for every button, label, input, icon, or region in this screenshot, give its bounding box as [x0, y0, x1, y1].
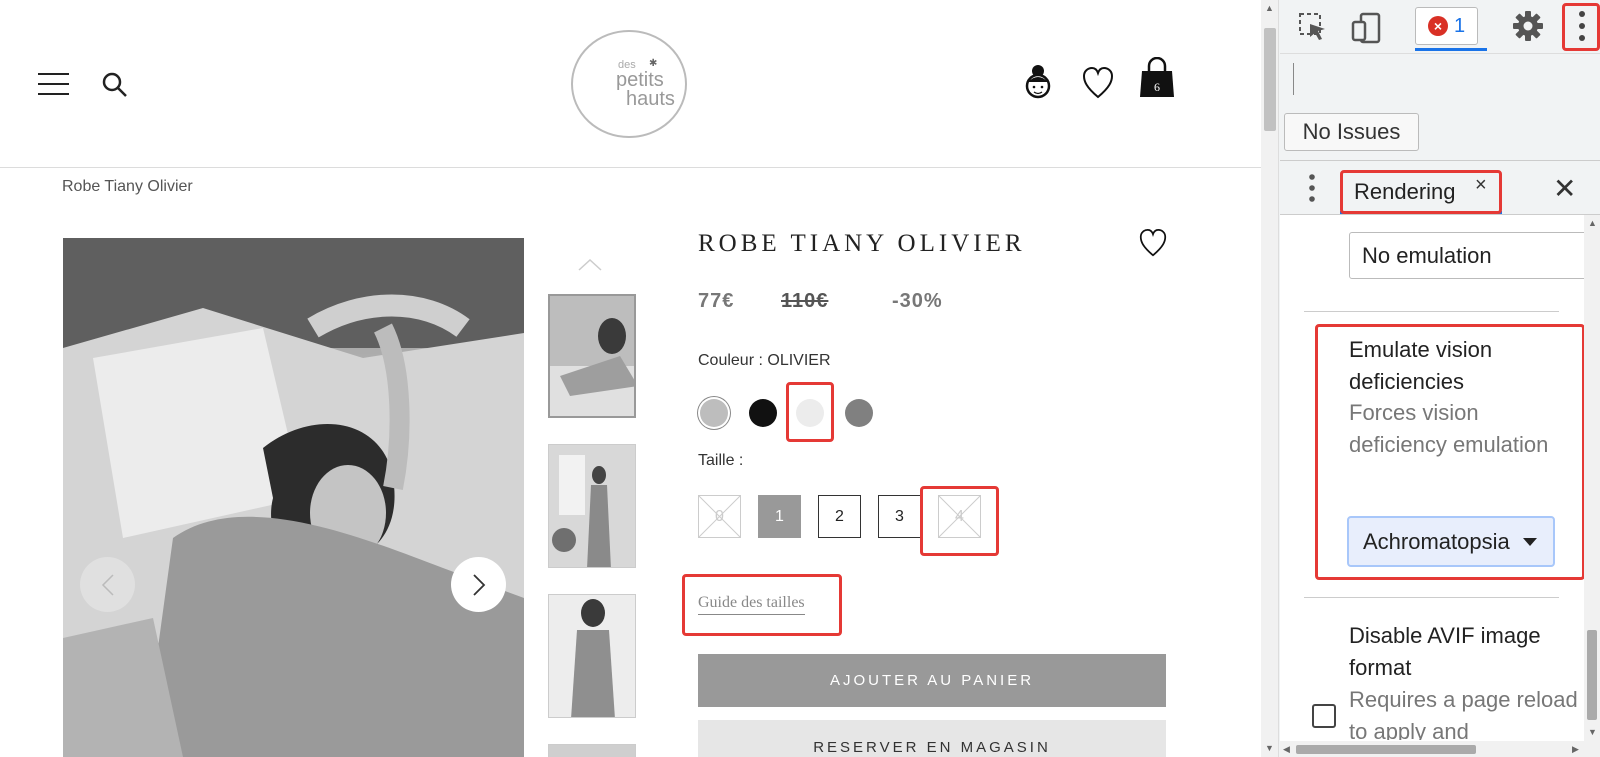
carousel-next-button[interactable]	[451, 557, 506, 612]
size-option-label: 1	[775, 507, 784, 525]
thumbnails-up-icon[interactable]	[577, 258, 603, 272]
avif-checkbox[interactable]	[1312, 704, 1336, 728]
error-badge-underline	[1415, 48, 1487, 51]
chevron-right-icon	[472, 573, 485, 596]
size-option[interactable]: 2	[818, 495, 861, 538]
dropdown-arrow-icon	[1523, 538, 1537, 546]
size-guide-link[interactable]: Guide des tailles	[698, 594, 805, 615]
color-swatch-3[interactable]	[796, 399, 824, 427]
product-thumbnail[interactable]	[548, 444, 636, 568]
scroll-up-arrow-icon[interactable]: ▲	[1588, 218, 1597, 228]
inspect-element-icon[interactable]	[1298, 12, 1328, 42]
drawer-close-icon[interactable]: ✕	[1553, 172, 1576, 205]
media-emulation-select[interactable]: No emulation	[1349, 232, 1589, 279]
product-thumbnail[interactable]	[548, 294, 636, 418]
search-icon[interactable]	[101, 71, 129, 99]
avif-title: Disable AVIF image format	[1349, 623, 1541, 680]
product-thumbnail[interactable]	[548, 744, 636, 757]
error-count: 1	[1453, 14, 1466, 37]
close-icon[interactable]: ×	[1475, 174, 1487, 197]
color-swatch-1[interactable]	[700, 399, 728, 427]
more-options-icon[interactable]	[1575, 8, 1589, 44]
carousel-prev-button[interactable]	[80, 557, 135, 612]
site-logo[interactable]: des petits hauts ✱	[568, 28, 690, 140]
drawer-more-icon[interactable]	[1307, 172, 1317, 204]
product-main-image[interactable]	[63, 238, 524, 757]
svg-text:6: 6	[1154, 80, 1160, 94]
reserve-in-store-button[interactable]: RESERVER EN MAGASIN	[698, 720, 1166, 757]
avif-description: Requires a page reload to apply and	[1349, 687, 1578, 740]
menu-icon[interactable]	[38, 73, 69, 95]
tab-rendering-label: Rendering	[1354, 179, 1456, 204]
color-swatch-4[interactable]	[845, 399, 873, 427]
size-option[interactable]: 4	[938, 495, 981, 538]
size-option[interactable]: 0	[698, 495, 741, 538]
price-current: 77€	[698, 290, 735, 312]
error-icon: ×	[1427, 16, 1448, 36]
size-label: Taille :	[698, 452, 744, 469]
size-option-label: 2	[835, 507, 844, 525]
scroll-down-arrow-icon[interactable]: ▼	[1265, 743, 1274, 753]
price-old: 110€	[781, 290, 829, 312]
vision-deficiency-select[interactable]: Achromatopsia	[1347, 516, 1555, 567]
add-to-cart-button[interactable]: AJOUTER AU PANIER	[698, 654, 1166, 707]
discount-badge: -30%	[892, 290, 943, 312]
active-tab-underline	[1340, 211, 1502, 214]
section-divider	[1304, 597, 1559, 598]
add-to-wishlist-icon[interactable]	[1139, 228, 1167, 258]
scroll-down-arrow-icon[interactable]: ▼	[1588, 727, 1597, 737]
product-thumbnail[interactable]	[548, 594, 636, 718]
device-toolbar-icon[interactable]	[1351, 12, 1383, 44]
product-title: ROBE TIANY OLIVIER	[698, 230, 1026, 257]
svg-text:hauts: hauts	[626, 88, 675, 110]
section-divider	[1304, 311, 1559, 312]
horizontal-scrollbar-thumb[interactable]	[1296, 745, 1476, 754]
svg-text:✱: ✱	[649, 58, 657, 69]
vision-deficiency-value: Achromatopsia	[1363, 528, 1510, 554]
page-scrollbar-thumb[interactable]	[1264, 28, 1276, 131]
error-count-button[interactable]: × 1	[1415, 7, 1478, 45]
issues-filter-bar	[1280, 54, 1600, 106]
scroll-left-arrow-icon[interactable]: ◀	[1283, 744, 1290, 755]
color-label: Couleur : OLIVIER	[698, 352, 831, 369]
vision-deficiency-description: Forces vision deficiency emulation	[1349, 400, 1549, 457]
size-option-label: 3	[895, 507, 904, 525]
scroll-up-arrow-icon[interactable]: ▲	[1265, 3, 1274, 13]
scroll-right-arrow-icon[interactable]: ▶	[1572, 744, 1579, 755]
color-swatch-2[interactable]	[749, 399, 777, 427]
account-icon[interactable]	[1023, 62, 1053, 102]
website-viewport: des petits hauts ✱ 6 Robe Tiany Olivier	[0, 0, 1261, 757]
no-issues-button[interactable]: No Issues	[1284, 113, 1419, 151]
chevron-left-icon	[101, 573, 114, 596]
rendering-scrollbar-thumb[interactable]	[1587, 630, 1597, 720]
vision-deficiency-title: Emulate vision deficiencies	[1349, 337, 1493, 394]
wishlist-icon[interactable]	[1082, 66, 1114, 100]
cart-icon[interactable]: 6	[1139, 57, 1175, 99]
size-option[interactable]: 3	[878, 495, 921, 538]
breadcrumb[interactable]: Robe Tiany Olivier	[62, 178, 193, 196]
filter-input-caret[interactable]	[1293, 63, 1294, 95]
settings-gear-icon[interactable]	[1512, 10, 1544, 42]
size-option[interactable]: 1	[758, 495, 801, 538]
